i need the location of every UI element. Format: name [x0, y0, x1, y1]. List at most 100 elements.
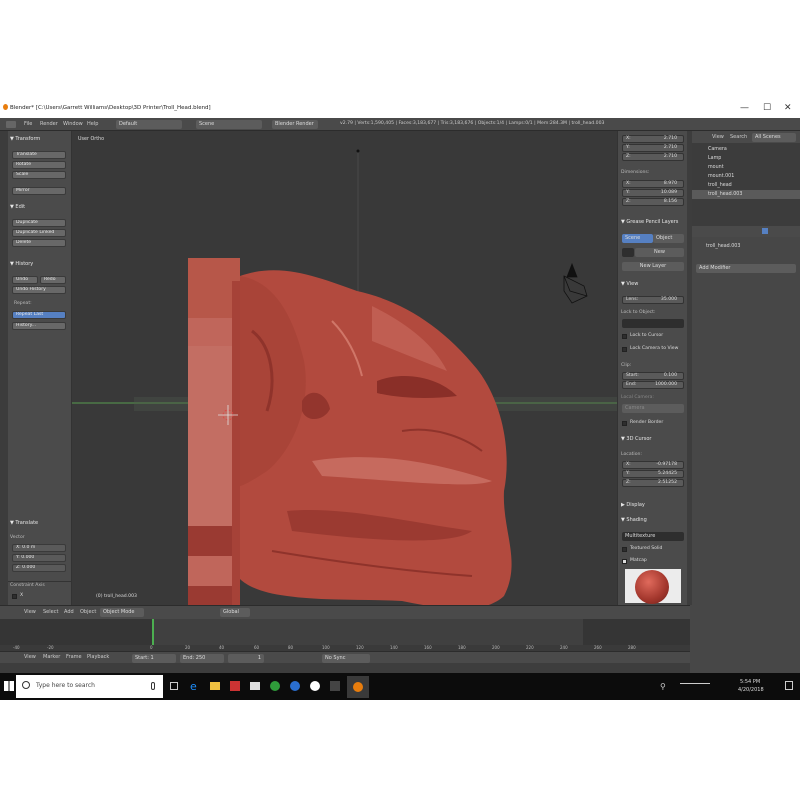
rotate-button[interactable]: Rotate	[12, 161, 66, 169]
new-layer-button[interactable]: New Layer	[622, 262, 684, 271]
history-panel-header[interactable]: ▼ History	[10, 261, 33, 267]
vector-y-field[interactable]: Y: 0.000	[12, 554, 66, 562]
new-button[interactable]: New	[635, 248, 684, 257]
people-icon[interactable]: ⚲	[660, 682, 666, 691]
end-frame-field[interactable]: End: 250	[180, 654, 224, 663]
vector-z-field[interactable]: Z: 0.000	[12, 564, 66, 572]
object-tab[interactable]: Object	[653, 234, 684, 243]
maximize-button[interactable]: ☐	[763, 103, 771, 113]
taskbar-search[interactable]: Type here to search	[16, 675, 163, 698]
close-button[interactable]: ✕	[784, 103, 792, 113]
properties-tabs[interactable]	[692, 226, 800, 237]
outliner-menu-search[interactable]: Search	[730, 134, 747, 140]
tl-menu-frame[interactable]: Frame	[66, 654, 82, 660]
camera-field[interactable]: Camera	[622, 404, 684, 413]
cursor-x-field[interactable]: X: -0.97178	[622, 461, 684, 469]
wrench-icon[interactable]	[762, 228, 768, 234]
blender-taskbar-button[interactable]	[347, 676, 369, 698]
playhead[interactable]	[152, 619, 154, 645]
photos-icon[interactable]	[330, 681, 340, 691]
scene-filter-select[interactable]: All Scenes	[752, 133, 796, 142]
cursor-z-field[interactable]: Z: 2.51252	[622, 479, 684, 487]
orientation-select[interactable]: Global	[220, 608, 250, 617]
edit-panel-header[interactable]: ▼ Edit	[10, 204, 25, 210]
matcap-checkbox[interactable]	[622, 559, 627, 564]
scale-x-field[interactable]: X: 2.710	[622, 135, 684, 143]
tool-shelf-tabs[interactable]	[0, 131, 8, 605]
tl-menu-view[interactable]: View	[24, 654, 36, 660]
file-explorer-icon[interactable]	[210, 682, 220, 690]
clock-date[interactable]: 4/20/2018	[738, 687, 764, 693]
timeline[interactable]: -40 -20 0 20 40 60 80 100 120 140 160 18…	[0, 619, 690, 651]
dim-y-field[interactable]: Y: 10.089	[622, 189, 684, 197]
lock-object-field[interactable]	[622, 319, 684, 328]
clock-time[interactable]: 5:54 PM	[740, 679, 760, 685]
shading-header[interactable]: ▼ Shading	[621, 517, 647, 523]
translate-button[interactable]: Translate	[12, 151, 66, 159]
outliner-item[interactable]: troll_head	[692, 181, 800, 190]
scene-tab[interactable]: Scene	[622, 234, 653, 243]
editor-type-icon[interactable]	[6, 121, 16, 128]
scale-y-field[interactable]: Y: 2.710	[622, 144, 684, 152]
view-panel-header[interactable]: ▼ View	[621, 281, 638, 287]
outliner-item[interactable]: mount	[692, 163, 800, 172]
vector-x-field[interactable]: X: 0.0 m	[12, 544, 66, 552]
chrome-icon[interactable]	[270, 681, 280, 691]
mail-icon[interactable]	[250, 682, 260, 690]
current-frame-field[interactable]: 1	[228, 654, 264, 663]
tl-menu-marker[interactable]: Marker	[43, 654, 60, 660]
translate-operator-header[interactable]: ▼ Translate	[10, 520, 38, 526]
dim-x-field[interactable]: X: 8.970	[622, 180, 684, 188]
tray-icons[interactable]	[680, 683, 710, 689]
outliner-item[interactable]: mount.001	[692, 172, 800, 181]
matcap-preview[interactable]	[625, 569, 681, 604]
clip-end-field[interactable]: End: 1000.000	[622, 381, 684, 389]
lock-to-cursor-checkbox[interactable]	[622, 334, 627, 339]
outliner-item[interactable]: Lamp	[692, 154, 800, 163]
duplicate-linked-button[interactable]: Duplicate Linked	[12, 229, 66, 237]
menu-render[interactable]: Render	[40, 121, 58, 127]
textured-solid-checkbox[interactable]	[622, 547, 627, 552]
edge-icon[interactable]: e	[190, 680, 197, 693]
windows-start-icon[interactable]	[4, 681, 14, 691]
vp-menu-add[interactable]: Add	[64, 609, 74, 615]
add-modifier-select[interactable]: Add Modifier	[696, 264, 796, 273]
notifications-icon[interactable]	[785, 681, 793, 690]
3d-cursor-header[interactable]: ▼ 3D Cursor	[621, 436, 652, 442]
transform-panel-header[interactable]: ▼ Transform	[10, 136, 40, 142]
vp-menu-object[interactable]: Object	[80, 609, 96, 615]
scale-z-field[interactable]: Z: 2.710	[622, 153, 684, 161]
sync-select[interactable]: No Sync	[322, 654, 370, 663]
menu-help[interactable]: Help	[87, 121, 98, 127]
pencil-icon[interactable]	[622, 248, 634, 257]
lock-camera-checkbox[interactable]	[622, 347, 627, 352]
menu-file[interactable]: File	[24, 121, 32, 127]
undo-button[interactable]: Undo	[12, 276, 38, 284]
tl-menu-playback[interactable]: Playback	[87, 654, 109, 660]
minimize-button[interactable]: —	[740, 103, 749, 113]
vp-menu-view[interactable]: View	[24, 609, 36, 615]
mode-select[interactable]: Object Mode	[100, 608, 144, 617]
render-engine-select[interactable]: Blender Render	[272, 120, 318, 129]
constraint-x-checkbox[interactable]	[12, 594, 17, 599]
render-border-checkbox[interactable]	[622, 421, 627, 426]
app-icon[interactable]	[290, 681, 300, 691]
mirror-button[interactable]: Mirror	[12, 187, 66, 195]
itunes-icon[interactable]	[310, 681, 320, 691]
grease-pencil-header[interactable]: ▼ Grease Pencil Layers	[621, 219, 678, 225]
outliner-item[interactable]: troll_head.003	[692, 190, 800, 199]
duplicate-button[interactable]: Duplicate	[12, 219, 66, 227]
redo-button[interactable]: Redo	[40, 276, 66, 284]
undo-history-button[interactable]: Undo History	[12, 286, 66, 294]
layout-select[interactable]: Default	[116, 120, 182, 129]
display-header[interactable]: ▶ Display	[621, 502, 645, 508]
task-view-icon[interactable]	[170, 682, 178, 690]
outliner-menu-view[interactable]: View	[712, 134, 724, 140]
3d-viewport[interactable]: User Ortho (0) troll_head.003	[72, 131, 617, 605]
menu-window[interactable]: Window	[63, 121, 83, 127]
cursor-y-field[interactable]: Y: 5.24425	[622, 470, 684, 478]
lens-field[interactable]: Lens: 35.000	[622, 296, 684, 304]
store-icon[interactable]	[230, 681, 240, 691]
scale-button[interactable]: Scale	[12, 171, 66, 179]
outliner-item[interactable]: Camera	[692, 145, 800, 154]
